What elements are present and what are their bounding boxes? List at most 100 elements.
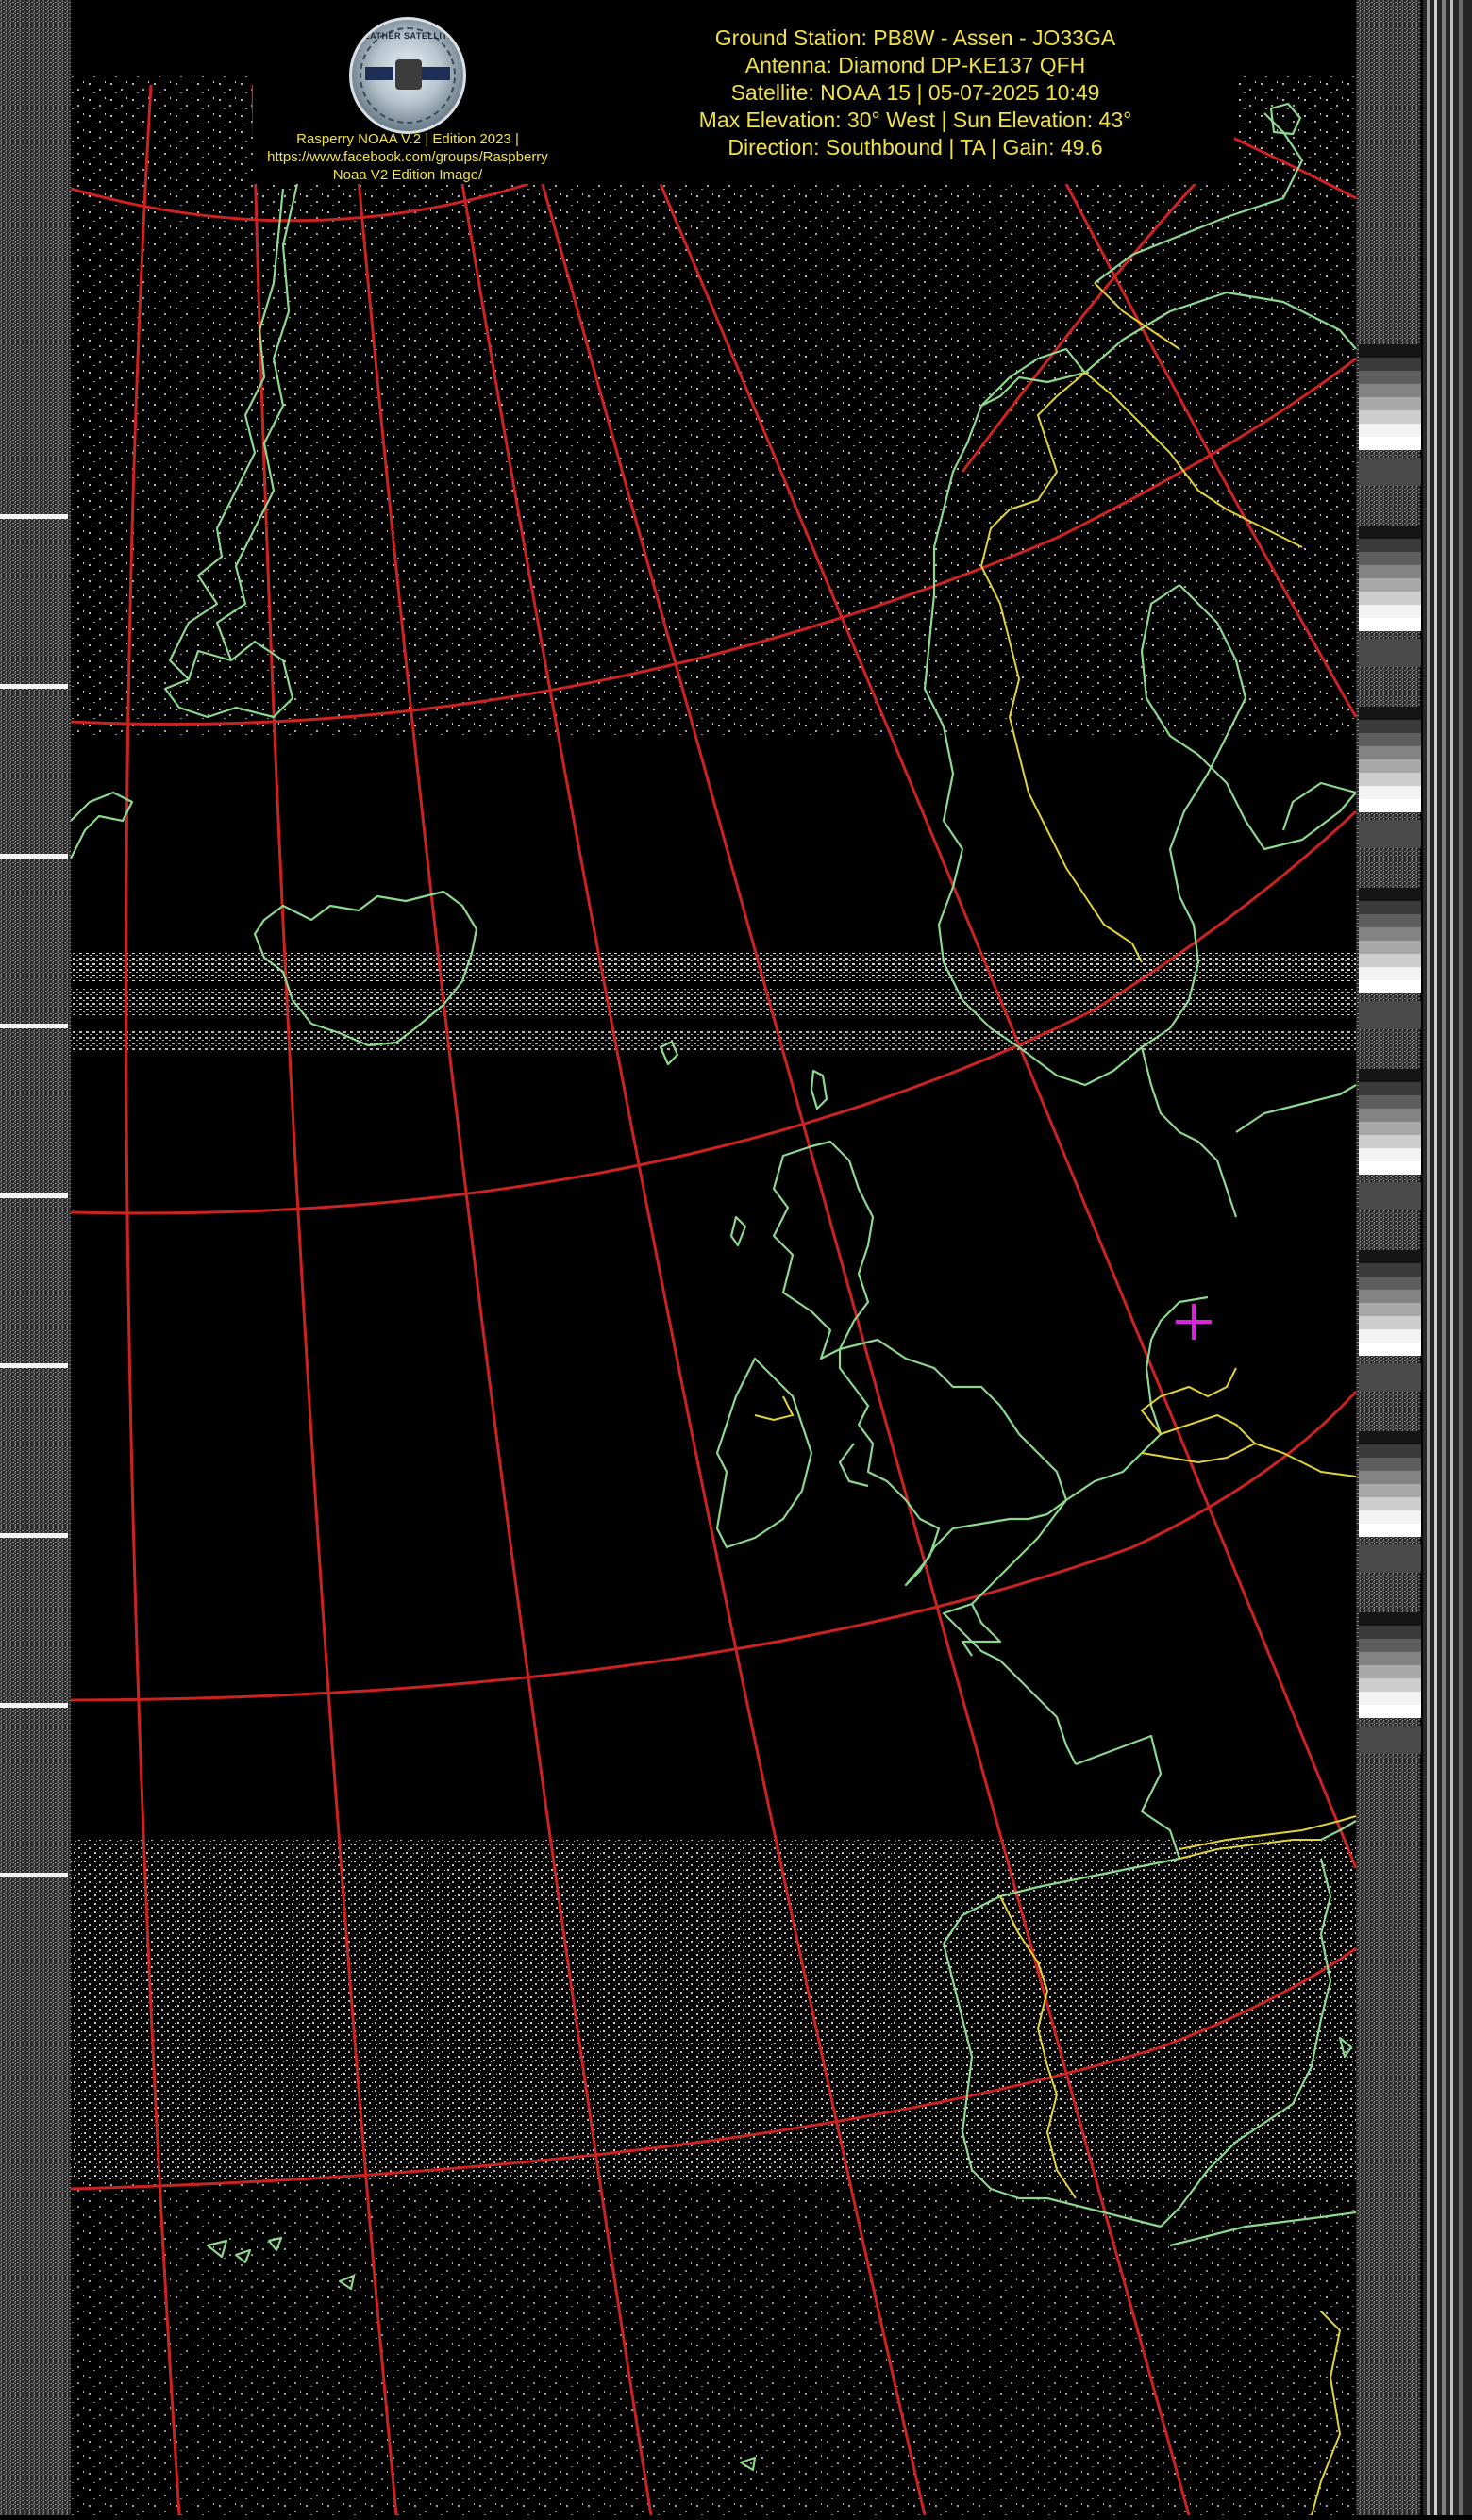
calibration-wedge-step xyxy=(1359,1626,1421,1639)
calibration-wedge-step xyxy=(1359,773,1421,786)
calibration-wedge-step xyxy=(1359,888,1421,901)
calibration-wedge-step xyxy=(1359,1095,1421,1109)
calibration-wedge-step xyxy=(1359,1484,1421,1497)
satellite-icon xyxy=(395,59,422,90)
satellite-line: Satellite: NOAA 15 | 05-07-2025 10:49 xyxy=(730,80,1100,105)
calibration-wedge-step xyxy=(1359,1135,1421,1148)
calibration-wedge-step xyxy=(1359,1705,1421,1718)
credit-line: Noaa V2 Edition Image/ xyxy=(332,167,483,183)
telemetry-block xyxy=(1359,639,1421,667)
telemetry-block xyxy=(1359,1001,1421,1029)
calibration-wedge-step xyxy=(1359,1665,1421,1678)
solar-panel-icon xyxy=(422,67,450,80)
calibration-wedge-step xyxy=(1359,1431,1421,1444)
calibration-wedge-step xyxy=(1359,759,1421,773)
calibration-wedge-step xyxy=(1359,746,1421,759)
calibration-wedge-step xyxy=(1359,967,1421,980)
minute-tick xyxy=(0,514,68,519)
calibration-wedge-step xyxy=(1359,1082,1421,1095)
calibration-wedge-step xyxy=(1359,1329,1421,1343)
calibration-wedge-step xyxy=(1359,605,1421,618)
calibration-wedge-step xyxy=(1359,397,1421,410)
calibration-wedge-step xyxy=(1359,1510,1421,1524)
minute-tick xyxy=(0,1703,68,1708)
calibration-wedge-step xyxy=(1359,1652,1421,1665)
calibration-wedge-step xyxy=(1359,578,1421,592)
calibration-wedge-step xyxy=(1359,786,1421,799)
telemetry-block xyxy=(1359,1363,1421,1392)
calibration-wedge-step xyxy=(1359,410,1421,424)
calibration-wedge-step xyxy=(1359,592,1421,605)
calibration-wedge-step xyxy=(1359,565,1421,578)
calibration-wedge-step xyxy=(1359,707,1421,720)
calibration-wedge-step xyxy=(1359,1069,1421,1082)
ground-station-line: Ground Station: PB8W - Assen - JO33GA xyxy=(714,25,1116,50)
calibration-wedge-step xyxy=(1359,927,1421,941)
calibration-wedge-step xyxy=(1359,1458,1421,1471)
calibration-wedge-step xyxy=(1359,1148,1421,1161)
calibration-wedge-step xyxy=(1359,1497,1421,1510)
pass-info: Ground Station: PB8W - Assen - JO33GA An… xyxy=(651,25,1179,161)
calibration-wedge-step xyxy=(1359,384,1421,397)
telemetry-block xyxy=(1359,1544,1421,1573)
calibration-wedge-step xyxy=(1359,539,1421,552)
calibration-wedge-step xyxy=(1359,1444,1421,1458)
calibration-wedge-step xyxy=(1359,1263,1421,1277)
antenna-line: Antenna: Diamond DP-KE137 QFH xyxy=(744,53,1086,77)
calibration-wedge-step xyxy=(1359,1471,1421,1484)
calibration-wedge-step xyxy=(1359,1612,1421,1626)
calibration-wedge-step xyxy=(1359,526,1421,539)
calibration-wedge-step xyxy=(1359,358,1421,371)
calibration-wedge-step xyxy=(1359,552,1421,565)
crosshair-icon xyxy=(1176,1304,1212,1340)
calibration-wedge-step xyxy=(1359,618,1421,631)
direction-line: Direction: Southbound | TA | Gain: 49.6 xyxy=(728,135,1103,159)
calibration-wedge-step xyxy=(1359,1109,1421,1122)
credit-line: Rasperry NOAA V.2 | Edition 2023 | xyxy=(296,131,519,147)
calibration-wedge-step xyxy=(1359,901,1421,914)
calibration-wedge-step xyxy=(1359,1692,1421,1705)
satellite-image: WEATHER SATELLITES Rasperry NOAA V.2 | E… xyxy=(0,0,1472,2516)
noise-bottom xyxy=(71,2179,1356,2515)
calibration-wedge-step xyxy=(1359,914,1421,927)
calibration-wedge-step xyxy=(1359,1316,1421,1329)
calibration-wedge-step xyxy=(1359,371,1421,384)
logo-text: WEATHER SATELLITES xyxy=(355,31,460,41)
elevation-line: Max Elevation: 30° West | Sun Elevation:… xyxy=(698,108,1132,132)
calibration-wedge-step xyxy=(1359,437,1421,450)
minute-tick xyxy=(0,684,68,689)
calibration-wedge-step xyxy=(1359,1524,1421,1537)
right-edge-lines xyxy=(1423,0,1472,2515)
telemetry-block xyxy=(1359,820,1421,848)
minute-tick xyxy=(0,1363,68,1368)
telemetry-block xyxy=(1359,458,1421,486)
telemetry-block xyxy=(1359,1182,1421,1210)
minute-tick xyxy=(0,1533,68,1538)
calibration-wedge-step xyxy=(1359,1303,1421,1316)
calibration-wedge-step xyxy=(1359,344,1421,358)
calibration-wedge-step xyxy=(1359,1290,1421,1303)
telemetry-block xyxy=(1359,1726,1421,1754)
calibration-wedge-step xyxy=(1359,980,1421,993)
calibration-wedge-step xyxy=(1359,720,1421,733)
left-sync-strip xyxy=(0,0,71,2515)
apt-map xyxy=(0,0,1472,2516)
calibration-wedge-step xyxy=(1359,954,1421,967)
calibration-wedge-step xyxy=(1359,1122,1421,1135)
minute-tick xyxy=(0,1193,68,1198)
minute-tick xyxy=(0,854,68,859)
solar-panel-icon xyxy=(365,67,393,80)
noise-lower xyxy=(71,1840,1356,2179)
calibration-wedge-step xyxy=(1359,1277,1421,1290)
calibration-wedge-step xyxy=(1359,1678,1421,1692)
minute-tick xyxy=(0,1024,68,1028)
calibration-wedge-step xyxy=(1359,1250,1421,1263)
credit-line: https://www.facebook.com/groups/Raspberr… xyxy=(267,149,548,165)
calibration-wedge-step xyxy=(1359,424,1421,437)
credit-text: Rasperry NOAA V.2 | Edition 2023 | https… xyxy=(247,130,568,184)
minute-tick xyxy=(0,1873,68,1877)
calibration-wedge-step xyxy=(1359,1161,1421,1175)
calibration-wedge-step xyxy=(1359,941,1421,954)
calibration-wedge-step xyxy=(1359,1343,1421,1356)
weather-satellites-logo: WEATHER SATELLITES xyxy=(349,17,466,134)
